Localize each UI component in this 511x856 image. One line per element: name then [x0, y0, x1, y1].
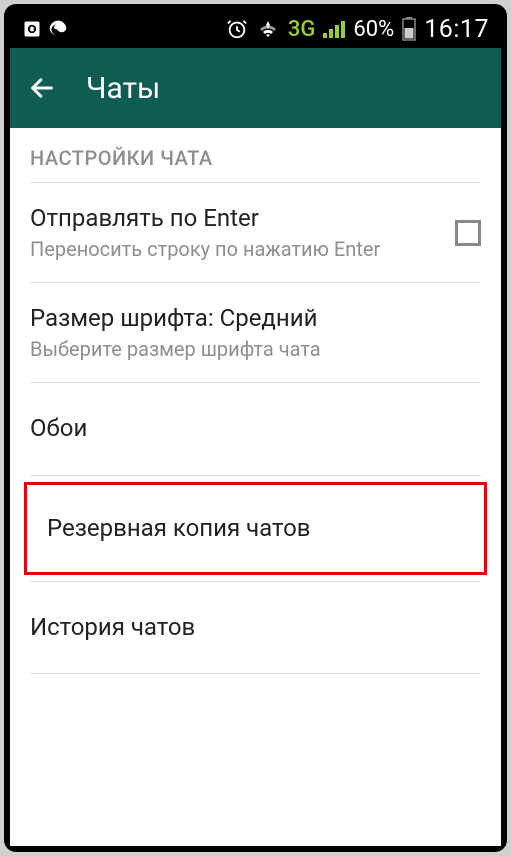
- swirl-icon: [48, 19, 68, 39]
- sync-icon: [22, 19, 42, 39]
- divider: [30, 475, 481, 476]
- divider: [30, 673, 481, 674]
- alarm-icon: [226, 18, 248, 40]
- settings-content: НАСТРОЙКИ ЧАТА Отправлять по Enter Перен…: [10, 128, 501, 674]
- status-left: [22, 19, 68, 39]
- setting-send-on-enter[interactable]: Отправлять по Enter Переносить строку по…: [10, 183, 501, 282]
- setting-chat-history[interactable]: История чатов: [10, 582, 501, 673]
- page-title: Чаты: [86, 71, 160, 106]
- phone-frame: 3G 60% 16:17: [4, 4, 507, 852]
- wifi-icon: [256, 19, 280, 39]
- setting-font-size[interactable]: Размер шрифта: Средний Выберите размер ш…: [10, 283, 501, 382]
- setting-wallpaper[interactable]: Обои: [10, 383, 501, 474]
- setting-title: Отправлять по Enter: [30, 203, 435, 234]
- setting-title: Размер шрифта: Средний: [30, 303, 481, 334]
- setting-text: Обои: [30, 413, 481, 444]
- app-header: Чаты: [10, 48, 501, 128]
- checkbox-send-on-enter[interactable]: [455, 220, 481, 246]
- network-label: 3G: [288, 17, 316, 42]
- setting-text: История чатов: [30, 612, 481, 643]
- battery-percentage: 60%: [353, 17, 394, 42]
- setting-subtitle: Переносить строку по нажатию Enter: [30, 236, 435, 262]
- clock-time: 16:17: [424, 15, 489, 44]
- setting-title: Резервная копия чатов: [33, 513, 478, 544]
- screen: 3G 60% 16:17: [10, 10, 501, 846]
- status-bar: 3G 60% 16:17: [10, 10, 501, 48]
- setting-text: Размер шрифта: Средний Выберите размер ш…: [30, 303, 481, 362]
- setting-title: Обои: [30, 413, 481, 444]
- status-right: 3G 60% 16:17: [226, 15, 489, 44]
- setting-text: Отправлять по Enter Переносить строку по…: [30, 203, 435, 262]
- battery-icon: [402, 17, 416, 41]
- section-header-chat-settings: НАСТРОЙКИ ЧАТА: [10, 128, 501, 182]
- setting-text: Резервная копия чатов: [33, 513, 478, 544]
- signal-icon: [323, 20, 345, 38]
- setting-chat-backup[interactable]: Резервная копия чатов: [24, 482, 487, 575]
- setting-title: История чатов: [30, 612, 481, 643]
- back-button[interactable]: [28, 74, 56, 102]
- setting-subtitle: Выберите размер шрифта чата: [30, 336, 481, 362]
